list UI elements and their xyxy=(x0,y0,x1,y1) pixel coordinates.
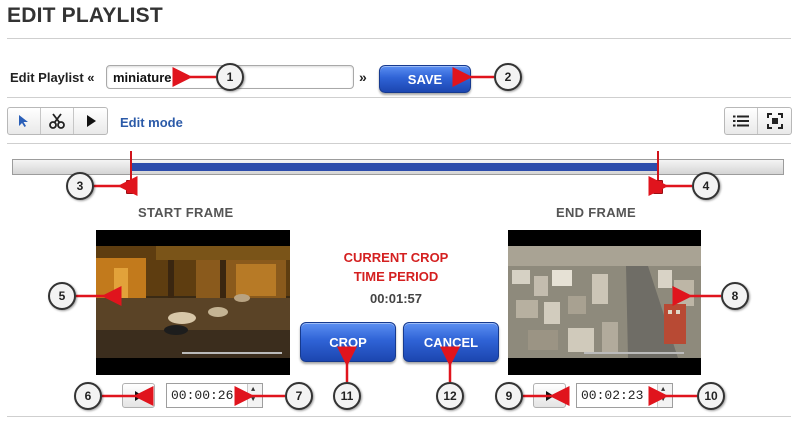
callout-5: 5 xyxy=(48,282,76,310)
callout-3: 3 xyxy=(66,172,94,200)
callout-1: 1 xyxy=(216,63,244,91)
annotation-arrows xyxy=(76,67,721,406)
callout-12: 12 xyxy=(436,382,464,410)
callout-2: 2 xyxy=(494,63,522,91)
callout-6: 6 xyxy=(74,382,102,410)
callout-7: 7 xyxy=(285,382,313,410)
callout-9: 9 xyxy=(495,382,523,410)
callout-10: 10 xyxy=(697,382,725,410)
callout-4: 4 xyxy=(692,172,720,200)
callout-8: 8 xyxy=(721,282,749,310)
callout-11: 11 xyxy=(333,382,361,410)
